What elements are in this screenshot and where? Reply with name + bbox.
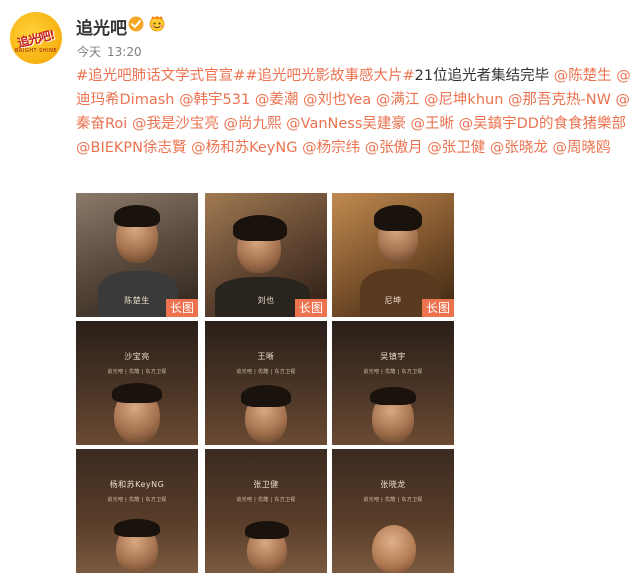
vip-emoji-icon bbox=[149, 15, 165, 32]
mention-link[interactable]: @张卫健 bbox=[427, 140, 485, 156]
grid-image[interactable]: 王晰 追光吧 | 优酷 | 东方卫视 bbox=[205, 321, 327, 445]
show-logo-row: 追光吧 | 优酷 | 东方卫视 bbox=[363, 497, 423, 503]
mention-link[interactable]: @我是沙宝亮 bbox=[132, 116, 219, 132]
portrait-name: 张晓龙 bbox=[380, 480, 406, 489]
grid-image[interactable]: 尼坤 长图 bbox=[332, 193, 454, 317]
account-name[interactable]: 追光吧 bbox=[76, 14, 127, 39]
mention-link[interactable]: @姜潮 bbox=[255, 92, 299, 108]
hashtag-link[interactable]: #追光吧肺话文学式官宣# bbox=[76, 68, 245, 84]
mention-link[interactable]: @杨宗纬 bbox=[302, 140, 360, 156]
portrait-name: 吴镇宇 bbox=[380, 352, 406, 361]
post-date-label: 今天 bbox=[77, 45, 102, 59]
grid-image[interactable]: 刘也 长图 bbox=[205, 193, 327, 317]
grid-image[interactable]: 张晓龙 追光吧 | 优酷 | 东方卫视 bbox=[332, 449, 454, 573]
long-image-label: 长图 bbox=[294, 299, 327, 317]
avatar-logo-text: 追光吧! bbox=[16, 27, 56, 50]
portrait-name: 沙宝亮 bbox=[124, 352, 150, 361]
grid-image[interactable]: 陈楚生 长图 bbox=[76, 193, 198, 317]
long-image-label: 长图 bbox=[421, 299, 454, 317]
grid-image[interactable]: 张卫健 追光吧 | 优酷 | 东方卫视 bbox=[205, 449, 327, 573]
portrait-name: 张卫健 bbox=[253, 480, 279, 489]
show-logo-row: 追光吧 | 优酷 | 东方卫视 bbox=[107, 369, 167, 375]
mention-link[interactable]: @尼坤khun bbox=[424, 92, 503, 108]
mention-link[interactable]: @那吾克热-NW bbox=[508, 92, 611, 108]
mention-link[interactable]: @杨和苏KeyNG bbox=[191, 140, 297, 156]
portrait-name: 王晰 bbox=[257, 352, 275, 361]
mention-link[interactable]: @张傲月 bbox=[365, 140, 423, 156]
show-logo-row: 追光吧 | 优酷 | 东方卫视 bbox=[107, 497, 167, 503]
post-time-label: 13:20 bbox=[107, 45, 142, 59]
post-content: #追光吧肺话文学式官宣##追光吧光影故事感大片#21位追光者集结完毕 @陈楚生 … bbox=[76, 64, 632, 160]
mention-link[interactable]: @韩宇531 bbox=[179, 92, 250, 108]
mention-link[interactable]: @BIEKPN徐志賢 bbox=[76, 140, 186, 156]
mention-link[interactable]: @周晓鸥 bbox=[553, 140, 611, 156]
verified-icon bbox=[128, 16, 144, 32]
portrait-name: 杨和苏KeyNG bbox=[109, 480, 165, 489]
post-time[interactable]: 今天 13:20 bbox=[77, 43, 148, 60]
grid-image[interactable]: 杨和苏KeyNG 追光吧 | 优酷 | 东方卫视 bbox=[76, 449, 198, 573]
show-logo-row: 追光吧 | 优酷 | 东方卫视 bbox=[236, 497, 296, 503]
show-logo-row: 追光吧 | 优酷 | 东方卫视 bbox=[236, 369, 296, 375]
mention-link[interactable]: @尚九熙 bbox=[224, 116, 282, 132]
avatar-logo-subtext: BRIGHT·SHINE bbox=[15, 48, 57, 54]
mention-link[interactable]: @吴鎮宇DD的食食猪樂部 bbox=[459, 116, 626, 132]
mention-link[interactable]: @满江 bbox=[376, 92, 420, 108]
image-grid: 陈楚生 长图 刘也 长图 尼坤 长图 沙宝亮 追光吧 | 优酷 | 东方卫视 王… bbox=[76, 193, 456, 577]
show-logo-row: 追光吧 | 优酷 | 东方卫视 bbox=[363, 369, 423, 375]
mention-link[interactable]: @刘也Yea bbox=[303, 92, 371, 108]
mention-link[interactable]: @VanNess吴建豪 bbox=[286, 116, 406, 132]
mention-link[interactable]: @王晰 bbox=[411, 116, 455, 132]
account-avatar[interactable]: 追光吧! BRIGHT·SHINE bbox=[10, 12, 62, 64]
mention-link[interactable]: @张晓龙 bbox=[490, 140, 548, 156]
mention-link[interactable]: @陈楚生 bbox=[554, 68, 612, 84]
hashtag-link[interactable]: #追光吧光影故事感大片# bbox=[245, 68, 414, 84]
post-headline: 21位追光者集结完毕 bbox=[414, 68, 550, 84]
grid-image[interactable]: 吴镇宇 追光吧 | 优酷 | 东方卫视 bbox=[332, 321, 454, 445]
grid-image[interactable]: 沙宝亮 追光吧 | 优酷 | 东方卫视 bbox=[76, 321, 198, 445]
long-image-label: 长图 bbox=[165, 299, 198, 317]
